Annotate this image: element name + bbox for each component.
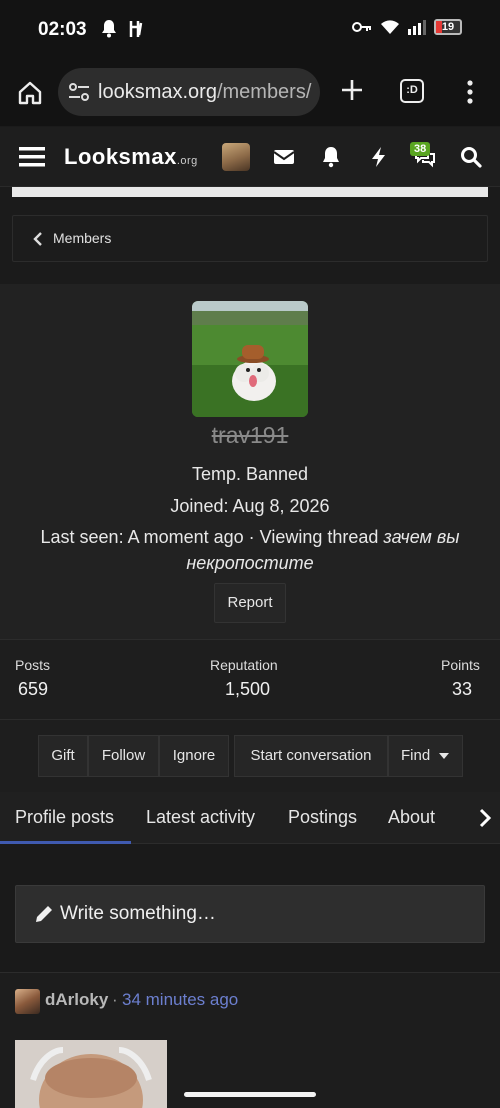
site-settings-icon[interactable] xyxy=(68,82,90,102)
tab-about[interactable]: About xyxy=(388,807,435,828)
post-time[interactable]: 34 minutes ago xyxy=(122,990,238,1010)
url-text[interactable]: looksmax.org/members/ xyxy=(98,81,313,104)
post-image[interactable] xyxy=(15,1040,167,1108)
pencil-icon xyxy=(36,906,52,922)
chevron-right-icon[interactable] xyxy=(478,808,492,828)
wifi-icon xyxy=(381,20,399,34)
profile-tabs: Profile posts Latest activity Postings A… xyxy=(0,792,500,844)
account-avatar[interactable] xyxy=(222,143,250,171)
battery-indicator: 19 xyxy=(434,19,462,35)
key-icon xyxy=(352,22,371,32)
url-path: /members/ xyxy=(216,81,312,103)
lightning-icon[interactable] xyxy=(367,145,391,169)
profile-header: trav191 Temp. Banned Joined: Aug 8, 2026… xyxy=(0,284,500,640)
posts-label: Posts xyxy=(15,657,51,673)
status-time: 02:03 xyxy=(38,19,87,40)
gift-button[interactable]: Gift xyxy=(38,735,88,777)
chevron-left-icon xyxy=(33,232,42,246)
search-icon[interactable] xyxy=(459,145,483,169)
profile-status: Temp. Banned xyxy=(191,464,309,484)
address-bar[interactable]: looksmax.org/members/ xyxy=(58,68,320,116)
conversations-badge: 38 xyxy=(410,142,431,156)
site-logo[interactable]: Looksmax.org xyxy=(64,144,198,170)
bell-status-icon xyxy=(102,20,116,38)
report-button[interactable]: Report xyxy=(214,583,286,623)
profile-stats: Posts 659 Reputation 1,500 Points 33 xyxy=(0,640,500,720)
profile-username: trav191 xyxy=(211,422,289,448)
envelope-icon[interactable] xyxy=(272,145,296,169)
url-host: looksmax.org xyxy=(98,81,217,103)
home-icon[interactable] xyxy=(16,79,44,107)
hamburger-menu-icon[interactable] xyxy=(19,146,45,168)
status-bar: 02:03 19 xyxy=(0,0,500,58)
breadcrumb[interactable]: Members xyxy=(12,215,488,262)
find-button[interactable]: Find xyxy=(388,735,463,777)
signal-icon xyxy=(408,20,426,35)
logo-main: Looksmax xyxy=(64,144,177,169)
start-conversation-button[interactable]: Start conversation xyxy=(234,735,388,777)
tab-postings[interactable]: Postings xyxy=(288,807,357,828)
breadcrumb-label[interactable]: Members xyxy=(53,230,111,246)
tab-switcher-button[interactable]: :D xyxy=(400,79,424,103)
profile-post-composer: Write something… xyxy=(0,844,500,972)
gesture-navigation-bar[interactable] xyxy=(184,1092,316,1097)
tab-switcher-label: :D xyxy=(406,84,418,96)
post-image-graphic xyxy=(15,1040,167,1108)
app-notification-icon xyxy=(129,21,143,37)
reputation-label: Reputation xyxy=(210,657,278,673)
browser-toolbar: looksmax.org/members/ :D xyxy=(0,58,500,126)
tab-profile-posts[interactable]: Profile posts xyxy=(15,807,114,828)
post-author[interactable]: dArloky xyxy=(45,990,108,1010)
tab-latest-activity[interactable]: Latest activity xyxy=(146,807,255,828)
find-label: Find xyxy=(401,747,431,764)
profile-last-seen: Last seen: A moment ago · Viewing thread… xyxy=(0,527,500,548)
post-separator: · xyxy=(112,990,118,1009)
battery-level: 19 xyxy=(441,21,455,33)
overflow-menu-icon[interactable] xyxy=(462,79,478,105)
posts-value[interactable]: 659 xyxy=(18,679,48,700)
points-value[interactable]: 33 xyxy=(452,679,472,700)
write-something-placeholder: Write something… xyxy=(60,903,216,924)
profile-banner xyxy=(12,187,488,197)
profile-joined: Joined: Aug 8, 2026 xyxy=(170,496,330,516)
last-seen-thread-link[interactable]: зачем вы xyxy=(383,527,459,547)
bell-icon[interactable] xyxy=(319,145,343,169)
post-author-avatar[interactable] xyxy=(15,989,40,1014)
site-header: Looksmax.org xyxy=(0,127,500,187)
ignore-button[interactable]: Ignore xyxy=(159,735,229,777)
avatar-image xyxy=(192,301,308,417)
last-seen-prefix: Last seen: A moment ago · Viewing thread xyxy=(40,527,384,547)
profile-post: dArloky · 34 minutes ago xyxy=(0,972,500,1108)
new-tab-icon[interactable] xyxy=(339,77,365,103)
reputation-value: 1,500 xyxy=(225,679,271,699)
follow-button[interactable]: Follow xyxy=(88,735,159,777)
last-seen-thread-link-cont[interactable]: некропостите xyxy=(186,553,313,573)
logo-suffix: .org xyxy=(176,155,198,167)
write-something-input[interactable]: Write something… xyxy=(15,885,485,943)
points-label: Points xyxy=(441,657,480,673)
profile-actions: Gift Follow Ignore Start conversation Fi… xyxy=(0,720,500,792)
profile-avatar[interactable] xyxy=(192,301,308,417)
caret-down-icon xyxy=(439,753,450,759)
